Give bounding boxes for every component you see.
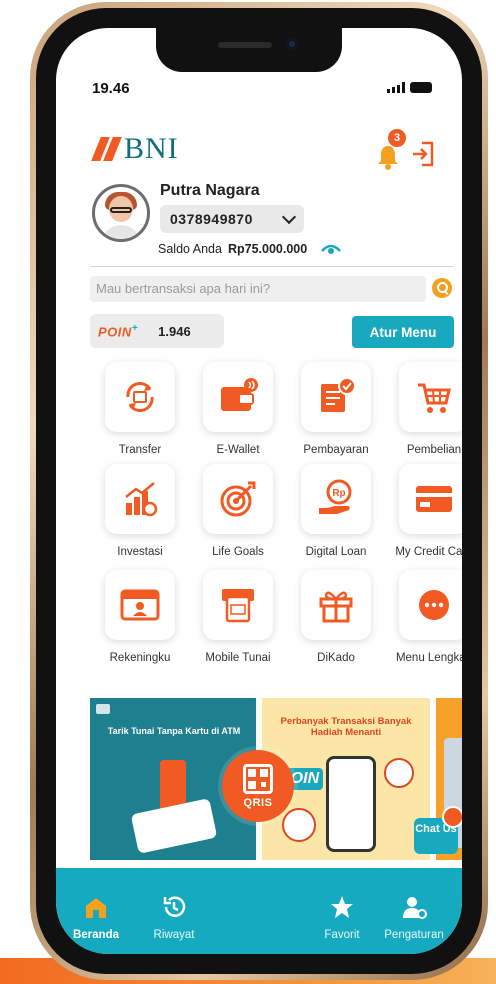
menu-item-mobile-tunai[interactable]: Mobile Tunai — [190, 570, 286, 664]
digital-loan-icon: Rp — [319, 479, 352, 514]
banner-title: Tarik Tunai Tanpa Kartu di ATM — [107, 726, 241, 736]
menu-item-life-goals[interactable]: Life Goals — [190, 464, 286, 558]
app-screen: 19.46 BNI 3 Putra Nagara 0378949870 Sald… — [56, 28, 462, 954]
phone-bezel: 19.46 BNI 3 Putra Nagara 0378949870 Sald… — [36, 8, 482, 974]
atur-menu-button[interactable]: Atur Menu — [352, 316, 454, 348]
bottom-navbar: Beranda Riwayat Favorit Pengaturan — [56, 868, 462, 954]
reward-circle — [282, 808, 316, 842]
menu-item-e-wallet[interactable]: E-Wallet — [190, 362, 286, 456]
logout-icon[interactable] — [410, 140, 436, 168]
banner-title: Perbanyak Transaksi Banyak Hadiah Menant… — [280, 716, 412, 738]
menu-item-pembayaran[interactable]: Pembayaran — [288, 362, 384, 456]
user-settings-icon — [403, 897, 427, 919]
nav-pengaturan[interactable]: Pengaturan — [374, 894, 454, 941]
notch — [156, 28, 342, 72]
reward-circle — [384, 758, 414, 788]
home-icon — [86, 898, 106, 918]
balance-row: Saldo Anda Rp75.000.000 — [158, 242, 342, 256]
nav-riwayat[interactable]: Riwayat — [134, 894, 214, 941]
banner-logo-icon — [96, 704, 110, 714]
search-input[interactable]: Mau bertransaksi apa hari ini? — [90, 276, 426, 302]
nav-beranda[interactable]: Beranda — [56, 894, 136, 941]
poin-balance[interactable]: POIN+ 1.946 — [90, 314, 224, 348]
pembayaran-icon — [321, 377, 356, 412]
target-icon — [220, 481, 256, 517]
menu-item-menu-lengkap[interactable]: Menu Lengkap — [386, 570, 462, 664]
account-number: 0378949870 — [170, 211, 253, 227]
user-name: Putra Nagara — [160, 182, 260, 199]
nav-favorit[interactable]: Favorit — [302, 894, 382, 941]
chat-us-button[interactable]: Chat Us — [414, 806, 462, 860]
phone-frame: 19.46 BNI 3 Putra Nagara 0378949870 Sald… — [30, 2, 488, 980]
chevron-down-icon — [281, 209, 297, 224]
chat-agent-icon — [442, 806, 462, 828]
more-icon — [419, 590, 449, 620]
speaker-grille — [218, 42, 272, 48]
menu-item-my-credit-card[interactable]: My Credit Card — [386, 464, 462, 558]
e-wallet-icon — [221, 378, 258, 411]
menu-item-dikado[interactable]: DiKado — [288, 570, 384, 664]
search-icon[interactable] — [432, 278, 452, 298]
front-camera — [286, 38, 298, 50]
status-icons — [387, 82, 432, 93]
menu-item-digital-loan[interactable]: Rp Digital Loan — [288, 464, 384, 558]
bni-logo-mark — [91, 137, 122, 161]
phone-illustration — [130, 798, 218, 854]
menu-item-investasi[interactable]: Investasi — [92, 464, 188, 558]
phone-illustration — [326, 756, 376, 852]
menu-item-rekeningku[interactable]: Rekeningku — [92, 570, 188, 664]
status-time: 19.46 — [92, 80, 130, 97]
star-icon — [331, 896, 353, 918]
brand-name: BNI — [124, 132, 179, 165]
history-icon — [163, 896, 186, 917]
transfer-icon — [126, 382, 154, 412]
menu-item-pembelian[interactable]: Pembelian — [386, 362, 462, 456]
svg-text:Rp: Rp — [332, 488, 345, 499]
qris-button[interactable]: QRIS — [222, 750, 294, 822]
shopping-cart-icon — [418, 383, 451, 413]
bni-logo: BNI — [91, 132, 179, 166]
gift-icon — [319, 591, 353, 623]
show-balance-eye-icon[interactable] — [321, 243, 342, 255]
balance-value: Rp75.000.000 — [227, 242, 308, 256]
rekeningku-icon — [120, 589, 160, 621]
avatar[interactable] — [92, 184, 150, 242]
qr-code-icon — [243, 763, 273, 794]
signal-icon — [387, 82, 405, 93]
account-number-dropdown[interactable]: 0378949870 — [160, 205, 304, 233]
poin-logo: POIN+ — [98, 322, 139, 340]
notification-badge: 3 — [388, 129, 406, 147]
battery-icon — [410, 82, 432, 93]
credit-card-icon — [416, 486, 452, 512]
qris-label: QRIS — [243, 796, 273, 809]
notification-bell-icon[interactable] — [376, 144, 400, 170]
investasi-icon — [125, 482, 158, 517]
mobile-tunai-icon — [222, 589, 254, 623]
balance-label: Saldo Anda — [158, 242, 222, 256]
poin-value: 1.946 — [158, 323, 191, 339]
menu-item-transfer[interactable]: Transfer — [92, 362, 188, 456]
divider — [90, 266, 454, 267]
